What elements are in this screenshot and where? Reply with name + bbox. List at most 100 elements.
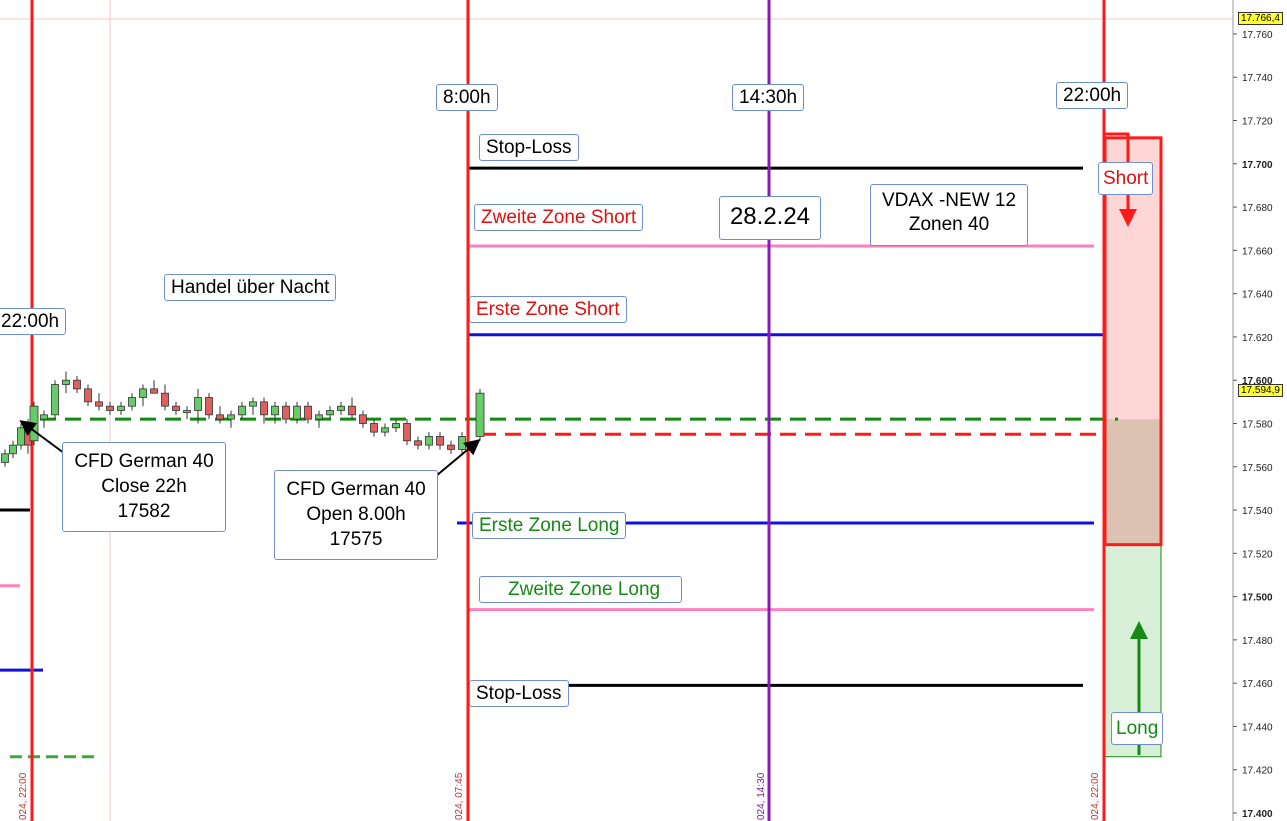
price-tick-label: 17.540 (1242, 506, 1273, 517)
label-stop-loss-top[interactable]: Stop-Loss (479, 134, 579, 161)
candle-body (183, 410, 191, 413)
time-stamp-1430: 024, 14:30 (756, 772, 767, 820)
label-stop-loss-bottom[interactable]: Stop-Loss (469, 680, 569, 707)
trade-zones (1103, 136, 1163, 758)
last-price-badge: 17.594,9 (1238, 384, 1283, 397)
price-axis: 17.760 17.740 17.720 17.700 17.680 17.660 17.6… (1232, 0, 1287, 821)
price-tick-label: 17.560 (1242, 463, 1273, 474)
candle-body (359, 414, 367, 424)
candle-body (458, 436, 466, 450)
candle-body (84, 388, 92, 403)
candle-body (17, 427, 25, 446)
label-time-1430[interactable]: 14:30h (732, 84, 805, 111)
candle-body (62, 379, 70, 385)
price-tick-label: 17.700 (1242, 160, 1273, 171)
candle-body (337, 405, 345, 411)
open-arrow (435, 438, 481, 477)
label-short[interactable]: Short (1098, 162, 1154, 195)
overlap-zone (1105, 419, 1161, 545)
time-stamp-22-left: 024, 22:00 (18, 772, 29, 820)
candle-body (95, 401, 103, 407)
label-cfd-open-line1: CFD German 40 (286, 479, 426, 500)
candle-body (172, 405, 180, 411)
label-vdax[interactable]: VDAX -NEW 12 Zonen 40 (870, 184, 1028, 246)
price-tick-label: 17.480 (1242, 636, 1273, 647)
price-tick-label: 17.520 (1242, 549, 1273, 560)
price-tick-label: 17.580 (1242, 419, 1273, 430)
price-tick-label: 17.460 (1242, 679, 1273, 690)
label-erste-zone-long[interactable]: Erste Zone Long (472, 512, 627, 539)
candle-body (326, 410, 334, 416)
time-stamp-22-right: 024, 22:00 (1090, 772, 1101, 820)
label-vdax-line2: Zonen 40 (908, 214, 990, 235)
candle-body (205, 397, 213, 416)
candle-body (216, 414, 224, 420)
label-cfd-close-line2: Close 22h (101, 476, 187, 497)
candle-body (194, 397, 202, 411)
candle-body (106, 405, 114, 411)
candle-body (282, 405, 290, 420)
label-handel[interactable]: Handel über Nacht (164, 274, 337, 301)
candle-body (271, 405, 279, 416)
price-tick-label: 17.420 (1242, 766, 1273, 777)
price-tick-label: 17.440 (1242, 722, 1273, 733)
price-chart: 17.760 17.740 17.720 17.700 17.680 17.660 17.6… (0, 0, 1287, 821)
price-tick-label: 17.720 (1242, 117, 1273, 128)
candle-body (139, 388, 147, 398)
candle-body (150, 388, 158, 394)
time-stamp-0745: 024, 07:45 (454, 772, 465, 820)
label-long[interactable]: Long (1111, 712, 1164, 745)
label-cfd-close-line1: CFD German 40 (74, 451, 214, 472)
candle-body (161, 392, 169, 407)
candle-body (260, 401, 268, 416)
candle-body (238, 405, 246, 416)
price-tick-label: 17.640 (1242, 290, 1273, 301)
label-date[interactable]: 28.2.24 (719, 196, 821, 240)
candle-body (381, 427, 389, 433)
candle-body (403, 423, 411, 442)
candle-body (227, 414, 235, 420)
label-cfd-close-line3: 17582 (117, 501, 171, 522)
price-tick-label: 17.760 (1242, 30, 1273, 41)
label-cfd-open[interactable]: CFD German 40 Open 8.00h 17575 (274, 470, 438, 560)
high-price-badge: 17.766,4 (1238, 12, 1283, 25)
candle-body (128, 397, 136, 407)
prior-day-levels (0, 508, 98, 759)
candle-body (1, 453, 9, 463)
candle-body (293, 405, 301, 420)
candle-body (414, 440, 422, 446)
candle-body (117, 405, 125, 411)
candle-body (370, 423, 378, 433)
candle-body (40, 414, 48, 420)
candle-body (315, 414, 323, 420)
price-tick-label: 17.680 (1242, 203, 1273, 214)
candle-body (249, 401, 257, 407)
label-time-22-right[interactable]: 22:00h (1056, 82, 1129, 109)
candle-body (447, 444, 455, 450)
candle-body (436, 436, 444, 446)
candle-body (73, 379, 81, 390)
label-vdax-line1: VDAX -NEW 12 (881, 190, 1017, 211)
price-tick-label: 17.400 (1242, 809, 1273, 820)
label-zweite-zone-short[interactable]: Zweite Zone Short (474, 204, 644, 231)
label-cfd-open-line3: 17575 (329, 529, 383, 550)
candle-body (9, 444, 17, 455)
label-cfd-open-line2: Open 8.00h (306, 504, 406, 525)
candle-body (425, 436, 433, 446)
label-zweite-zone-long[interactable]: Zweite Zone Long (479, 576, 682, 603)
label-erste-zone-short[interactable]: Erste Zone Short (469, 296, 627, 323)
candle-body (304, 405, 312, 420)
candle-body (51, 384, 59, 416)
candle-body (348, 405, 356, 416)
candle-body (475, 392, 485, 437)
candle-body (29, 405, 39, 442)
price-tick-label: 17.620 (1242, 333, 1273, 344)
price-tick-label: 17.660 (1242, 246, 1273, 257)
price-tick-label: 17.500 (1242, 593, 1273, 604)
candle-body (392, 423, 400, 429)
label-time-22-left[interactable]: 22:00h (0, 308, 67, 335)
label-time-8[interactable]: 8:00h (436, 84, 498, 111)
price-tick-label: 17.740 (1242, 73, 1273, 84)
label-cfd-close[interactable]: CFD German 40 Close 22h 17582 (62, 442, 226, 532)
chart-window: 17.760 17.740 17.720 17.700 17.680 17.660 17.6… (0, 0, 1287, 821)
